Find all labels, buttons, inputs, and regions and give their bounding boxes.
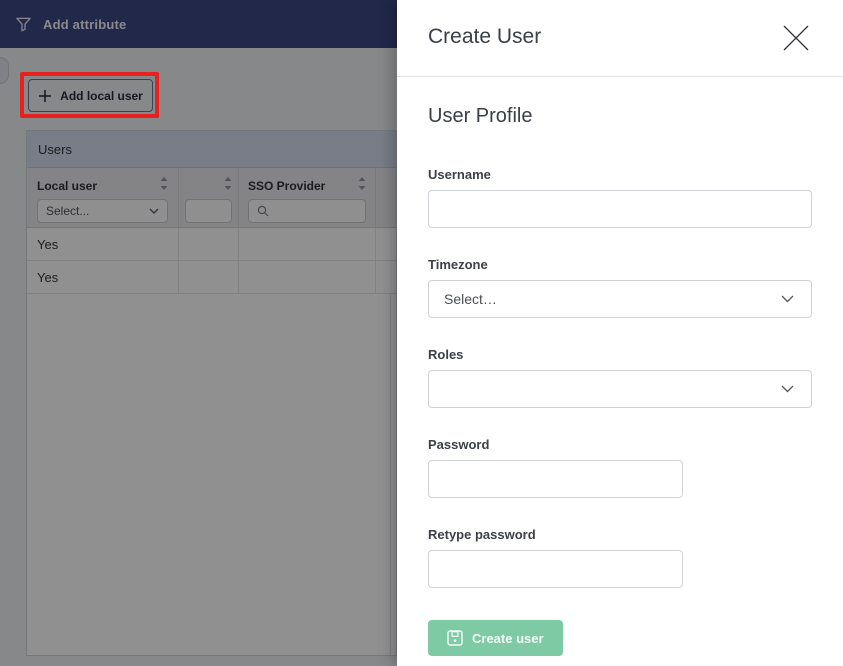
timezone-label: Timezone (428, 257, 812, 272)
timezone-field-group: Timezone Select… (428, 257, 812, 318)
retype-password-input[interactable] (428, 550, 683, 588)
save-icon (447, 630, 463, 646)
create-user-label: Create user (472, 631, 544, 646)
password-input[interactable] (428, 460, 683, 498)
roles-label: Roles (428, 347, 812, 362)
username-label: Username (428, 167, 812, 182)
red-highlight-annotation (20, 72, 159, 118)
create-user-button[interactable]: Create user (428, 620, 563, 656)
password-field-group: Password (428, 437, 812, 498)
timezone-select-value: Select… (444, 291, 497, 307)
timezone-select[interactable]: Select… (428, 280, 812, 318)
retype-password-field-group: Retype password (428, 527, 812, 588)
drawer-body: User Profile Username Timezone Select… R… (397, 77, 843, 656)
chevron-down-icon (781, 385, 794, 393)
drawer-title: Create User (428, 25, 541, 49)
create-user-drawer: Create User User Profile Username Timezo… (397, 0, 843, 666)
username-field-group: Username (428, 167, 812, 228)
close-icon (782, 24, 810, 52)
roles-select[interactable] (428, 370, 812, 408)
username-input[interactable] (428, 190, 812, 228)
section-title: User Profile (428, 105, 812, 128)
drawer-header: Create User (397, 0, 843, 77)
retype-password-label: Retype password (428, 527, 812, 542)
chevron-down-icon (781, 295, 794, 303)
close-button[interactable] (780, 22, 812, 54)
password-label: Password (428, 437, 812, 452)
roles-field-group: Roles (428, 347, 812, 408)
